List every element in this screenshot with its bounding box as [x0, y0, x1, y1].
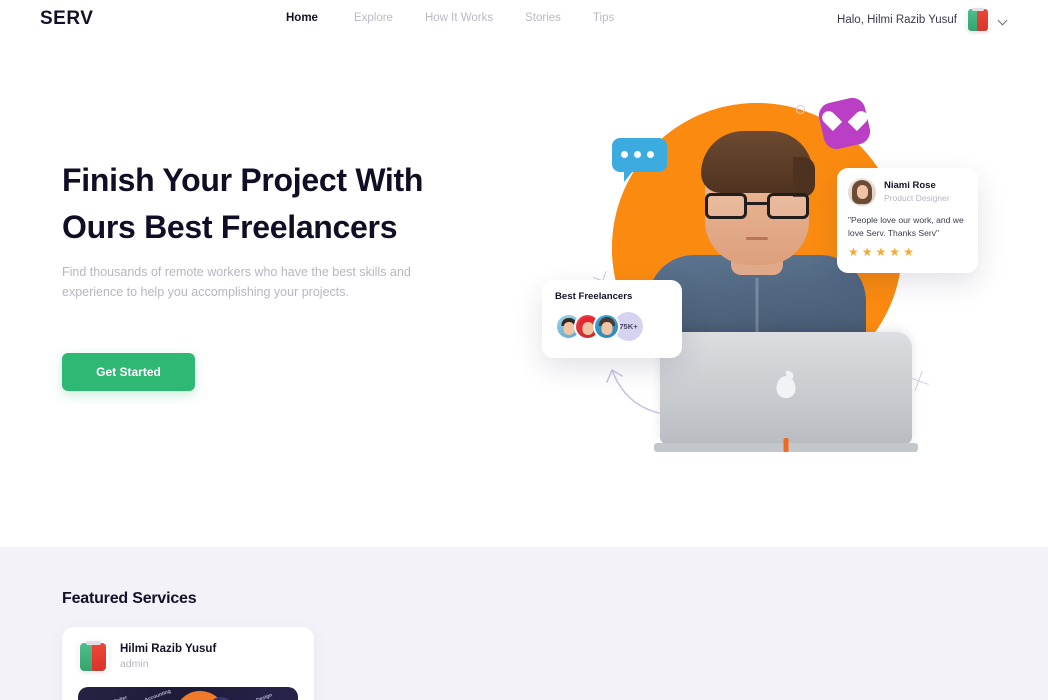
hero-subtitle: Find thousands of remote workers who hav… — [62, 265, 411, 299]
apple-logo-icon — [776, 376, 796, 398]
freelancer-avatar-group: 75K+ — [555, 312, 669, 341]
user-menu[interactable]: Halo, Hilmi Razib Yusuf — [837, 8, 1008, 32]
service-author-role: admin — [120, 657, 149, 670]
star-icon: ★ — [848, 245, 859, 259]
hero-title-line-2: Ours Best Freelancers — [62, 209, 398, 245]
landing-page: SERV Home Explore How It Works Stories T… — [0, 0, 1048, 700]
eyeglasses-detail — [705, 193, 809, 219]
service-thumbnail[interactable]: Best Seller Accounting Design — [78, 687, 298, 700]
best-freelancers-card: Best Freelancers 75K+ — [542, 280, 682, 358]
nav-link-stories[interactable]: Stories — [525, 12, 561, 24]
user-avatar-icon[interactable] — [966, 8, 990, 32]
freelancer-avatar-3 — [593, 313, 620, 340]
hero-illustration: Niami Rose Product Designer "People love… — [540, 80, 1010, 460]
hero-title-line-1: Finish Your Project With — [62, 162, 424, 198]
nav-link-how-it-works[interactable]: How It Works — [425, 12, 493, 24]
testimonial-avatar — [848, 178, 876, 206]
user-greeting: Halo, Hilmi Razib Yusuf — [837, 14, 957, 26]
testimonial-header: Niami Rose Product Designer — [848, 178, 967, 206]
featured-services-heading: Featured Services — [62, 590, 197, 607]
navbar: SERV Home Explore How It Works Stories T… — [0, 0, 1048, 38]
laptop-illustration — [654, 332, 918, 452]
brand-logo[interactable]: SERV — [40, 8, 93, 30]
hero-title: Finish Your Project With Ours Best Freel… — [62, 157, 502, 251]
testimonial-rating: ★ ★ ★ ★ ★ — [848, 246, 967, 258]
ring-dot-decoration — [796, 105, 805, 114]
service-author-name: Hilmi Razib Yusuf — [120, 642, 217, 655]
testimonial-card: Niami Rose Product Designer "People love… — [837, 168, 978, 273]
star-icon: ★ — [889, 245, 901, 259]
chat-bubble-icon — [612, 138, 667, 182]
chevron-down-icon[interactable] — [999, 16, 1008, 25]
testimonial-quote: "People love our work, and we love Serv.… — [848, 215, 964, 238]
nav-link-explore[interactable]: Explore — [354, 12, 393, 24]
testimonial-role: Product Designer — [884, 193, 950, 203]
star-icon: ★ — [861, 245, 873, 259]
service-card-header: Hilmi Razib Yusuf admin — [78, 641, 298, 672]
curved-arrow-icon — [606, 369, 663, 415]
nav-links: Home Explore How It Works Stories Tips — [286, 12, 614, 24]
get-started-button[interactable]: Get Started — [62, 353, 195, 391]
service-card[interactable]: Hilmi Razib Yusuf admin Best Seller Acco… — [62, 627, 314, 700]
featured-services-section: Featured Services Hilmi Razib Yusuf admi… — [0, 547, 1048, 700]
service-author-avatar-icon — [78, 641, 109, 672]
nav-link-tips[interactable]: Tips — [593, 12, 614, 24]
best-freelancers-title: Best Freelancers — [555, 291, 633, 302]
star-icon: ★ — [875, 245, 887, 259]
nav-link-home[interactable]: Home — [286, 12, 318, 24]
star-icon: ★ — [903, 245, 914, 259]
testimonial-name: Niami Rose — [884, 180, 936, 191]
